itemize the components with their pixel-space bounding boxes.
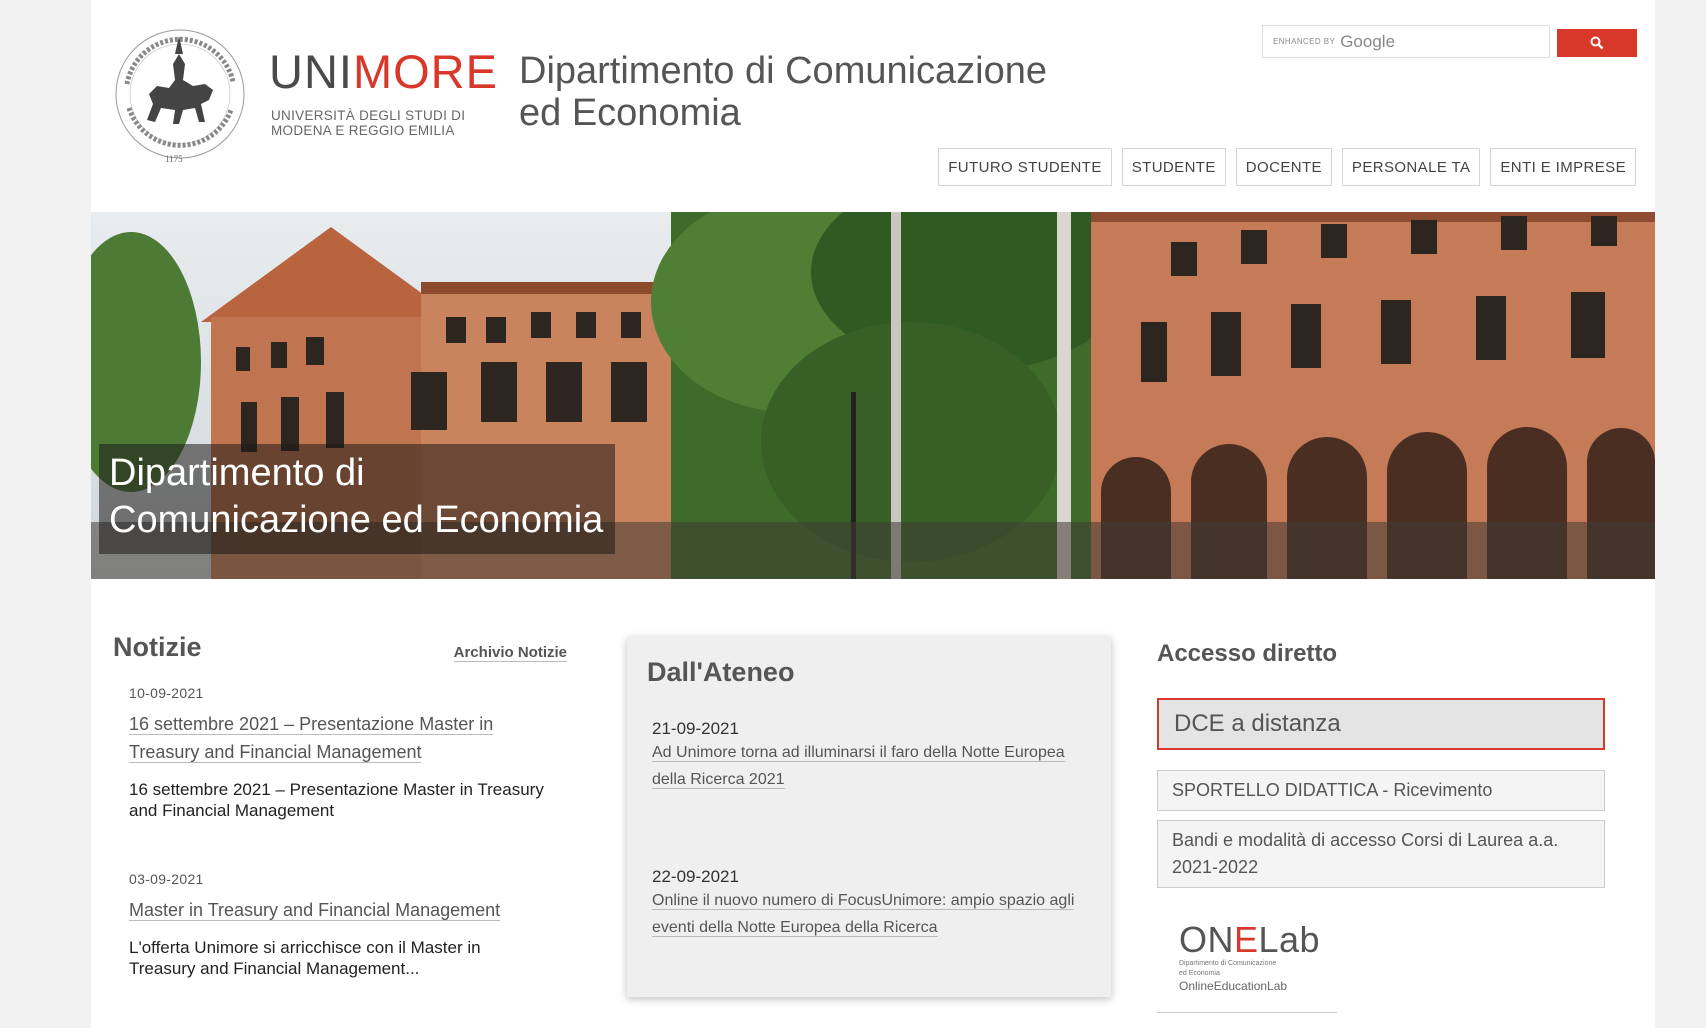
onelab-wordmark: ONELab: [1179, 922, 1369, 958]
department-title-line1: Dipartimento di Comunicazione: [519, 50, 1048, 92]
ateneo-title-text: Online il nuovo numero di FocusUnimore: …: [652, 892, 1075, 937]
news-item: 10-09-2021 16 settembre 2021 – Presentaz…: [129, 685, 573, 821]
news-section: Notizie Archivio Notizie 10-09-2021 16 s…: [113, 632, 573, 979]
university-subtitle-line2: MODENA E REGGIO EMILIA: [271, 123, 455, 138]
hero-caption-line1: Dipartimento di: [109, 452, 365, 494]
ateneo-date: 21-09-2021: [652, 719, 739, 738]
search-button[interactable]: [1557, 29, 1637, 57]
search-enhanced-by: enhanced by: [1273, 37, 1336, 46]
ateneo-heading: Dall'Ateneo: [647, 657, 795, 687]
news-date: 03-09-2021: [129, 871, 204, 887]
page: 1175 UNIMORE UNIVERSITÀ DEGLI STUDI DI M…: [91, 0, 1655, 1028]
hero-caption-line2: Comunicazione ed Economia: [109, 499, 604, 541]
wordmark-part2: MORE: [352, 45, 498, 98]
audience-nav: FUTURO STUDENTE STUDENTE DOCENTE PERSONA…: [938, 148, 1636, 186]
nav-enti-e-imprese[interactable]: ENTI E IMPRESE: [1490, 148, 1636, 186]
news-abstract: L'offerta Unimore si arricchisce con il …: [129, 938, 481, 978]
onelab-mark-part1: ON: [1179, 919, 1234, 960]
hero-banner: Dipartimento di Comunicazione ed Economi…: [91, 212, 1655, 579]
dce-a-distanza-button[interactable]: DCE a distanza: [1157, 698, 1605, 750]
university-subtitle-line1: UNIVERSITÀ DEGLI STUDI DI: [271, 108, 466, 123]
onelab-mark-part3: Lab: [1258, 919, 1321, 960]
ateneo-item: 21-09-2021 Ad Unimore torna ad illuminar…: [652, 719, 1082, 793]
search-icon: [1590, 36, 1604, 50]
nav-personale-ta[interactable]: PERSONALE TA: [1341, 148, 1481, 186]
onelab-mark-part2: E: [1234, 919, 1259, 960]
ateneo-date: 22-09-2021: [652, 867, 739, 886]
ateneo-title-text: Ad Unimore torna ad illuminarsi il faro …: [652, 744, 1065, 789]
quick-access-section: Accesso diretto DCE a distanza SPORTELLO…: [1157, 640, 1617, 1013]
unimore-seal-logo[interactable]: 1175: [109, 24, 251, 172]
ateneo-title-link[interactable]: Online il nuovo numero di FocusUnimore: …: [652, 892, 1075, 937]
seal-year: 1175: [165, 154, 183, 164]
department-title-line2: ed Economia: [519, 92, 741, 134]
department-title[interactable]: Dipartimento di Comunicazione ed Economi…: [519, 50, 1047, 134]
onelab-subtitle: OnlineEducationLab: [1179, 979, 1288, 993]
news-abstract: 16 settembre 2021 – Presentazione Master…: [129, 780, 544, 820]
ateneo-title-link[interactable]: Ad Unimore torna ad illuminarsi il faro …: [652, 744, 1065, 789]
sportello-didattica-link[interactable]: SPORTELLO DIDATTICA - Ricevimento: [1157, 770, 1605, 811]
unimore-wordmark[interactable]: UNIMORE: [269, 48, 498, 95]
seal-icon: 1175: [115, 29, 245, 164]
hero-caption: Dipartimento di Comunicazione ed Economi…: [99, 444, 616, 554]
onelab-tiny-line2: ed Economia: [1179, 970, 1220, 977]
news-item: 03-09-2021 Master in Treasury and Financ…: [129, 871, 573, 979]
onelab-logo-link[interactable]: ONELab Dipartimento di Comunicazione ed …: [1179, 922, 1369, 994]
nav-studente[interactable]: STUDENTE: [1121, 148, 1226, 186]
onelab-tiny-line1: Dipartimento di Comunicazione: [1179, 960, 1277, 967]
university-subtitle: UNIVERSITÀ DEGLI STUDI DI MODENA E REGGI…: [271, 108, 465, 138]
divider: [1157, 1012, 1337, 1013]
search-brand: Google: [1340, 31, 1396, 51]
news-archive-link[interactable]: Archivio Notizie: [453, 644, 567, 662]
ateneo-item: 22-09-2021 Online il nuovo numero di Foc…: [652, 867, 1082, 941]
ateneo-section: Dall'Ateneo 21-09-2021 Ad Unimore torna …: [627, 637, 1111, 997]
quick-access-heading: Accesso diretto: [1157, 640, 1338, 667]
bandi-accesso-link[interactable]: Bandi e modalità di accesso Corsi di Lau…: [1157, 820, 1605, 888]
wordmark-part1: UNI: [269, 45, 353, 98]
search-input[interactable]: enhanced by Google: [1262, 25, 1550, 58]
news-date: 10-09-2021: [129, 685, 204, 701]
nav-docente[interactable]: DOCENTE: [1235, 148, 1332, 186]
news-title-link[interactable]: Master in Treasury and Financial Managem…: [129, 900, 501, 921]
news-title-link[interactable]: 16 settembre 2021 – Presentazione Master…: [129, 714, 494, 763]
nav-futuro-studente[interactable]: FUTURO STUDENTE: [938, 148, 1112, 186]
